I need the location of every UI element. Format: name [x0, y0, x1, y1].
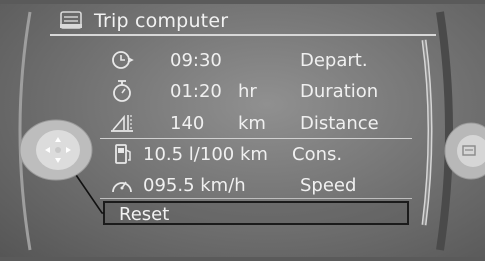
- trip-computer-screen: Trip computer 09:30 Depart. 01:20 hr Dur…: [0, 0, 485, 261]
- controller-knob[interactable]: [18, 119, 108, 181]
- right-knob[interactable]: [443, 120, 485, 182]
